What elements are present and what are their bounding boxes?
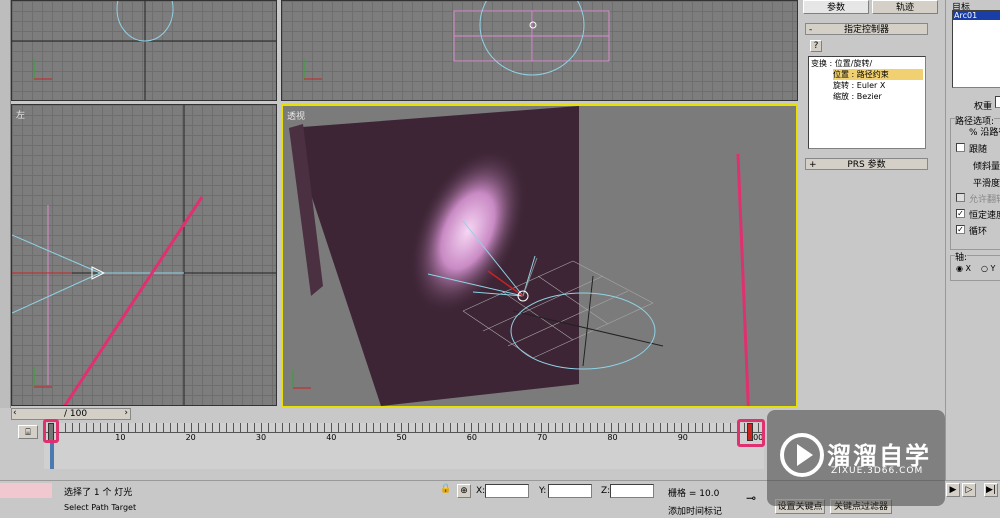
controller-tree[interactable]: 变换 : 位置/旋转/ 位置 : 路径约束 旋转 : Euler X 缩放 : …: [808, 56, 926, 149]
prs-params-title: PRS 参数: [847, 160, 886, 170]
x-label: X:: [476, 486, 486, 496]
time-cursor[interactable]: [50, 441, 54, 469]
assign-controller-title: 指定控制器: [843, 25, 889, 35]
absolute-mode-button[interactable]: ⊕: [457, 484, 471, 498]
path-options-group: 路径选项: % 沿路径 跟随 倾斜量 平滑度 允许翻转 ✓ 恒定速度 ✓ 循环: [950, 114, 1000, 250]
track-tick-label: 10: [115, 433, 126, 442]
viewport-perspective-content: [289, 106, 750, 406]
slider-left-arrow: ‹: [13, 408, 17, 418]
track-tick-label: 50: [396, 433, 407, 442]
constant-velocity-label: 恒定速度: [969, 211, 1000, 221]
time-counter: / 100: [64, 409, 88, 419]
track-tick-label: 80: [607, 433, 618, 442]
add-time-tag[interactable]: 添加时间标记: [668, 504, 722, 517]
start-key-highlight: [43, 419, 59, 443]
axis-x-label: X: [965, 264, 972, 273]
key-icon[interactable]: ⊸: [746, 491, 756, 505]
goto-end-button[interactable]: ▶|: [984, 483, 998, 497]
watermark: 溜溜自学 ZIXUE.3D66.COM: [767, 410, 945, 506]
track-tick-label: 60: [466, 433, 477, 442]
tree-position[interactable]: 位置 : 路径约束: [833, 69, 923, 80]
track-tick-label: 20: [185, 433, 196, 442]
track-bar-toggle[interactable]: ⌸: [18, 425, 38, 439]
status-swatch: [0, 483, 52, 498]
track-tick-label: 30: [255, 433, 267, 442]
z-field[interactable]: [610, 484, 654, 498]
weight-field[interactable]: [995, 96, 1000, 108]
watermark-url: ZIXUE.3D66.COM: [831, 466, 924, 476]
smoothness-label: 平滑度: [973, 179, 1000, 189]
assign-controller-button[interactable]: ?: [810, 40, 822, 52]
target-item[interactable]: Arc01: [953, 11, 1000, 20]
z-label: Z:: [601, 486, 611, 496]
allow-flip-checkbox[interactable]: [956, 193, 965, 202]
viewport-front-content: [303, 1, 610, 80]
viewport-left[interactable]: 左: [11, 104, 277, 406]
viewport-front[interactable]: [281, 0, 798, 101]
viewport-perspective[interactable]: 透视: [281, 104, 798, 408]
y-label: Y:: [539, 486, 547, 496]
path-constraint-panel: 目标 Arc01 权重 路径选项: % 沿路径 跟随 倾斜量 平滑度 允许翻转 …: [945, 0, 1000, 480]
prs-params-rollout[interactable]: + PRS 参数: [805, 158, 928, 170]
bank-amount-label: 倾斜量: [973, 162, 1000, 172]
grid-readout: 栅格 = 10.0: [668, 489, 720, 499]
viewport-left-content: [12, 105, 276, 405]
play-button[interactable]: ▶: [946, 483, 960, 497]
viewport-top[interactable]: [11, 0, 277, 101]
constant-velocity-checkbox[interactable]: ✓: [956, 209, 965, 218]
y-field[interactable]: [548, 484, 592, 498]
next-frame-button[interactable]: ▷: [962, 483, 976, 497]
time-slider[interactable]: ‹ / 100 ›: [11, 408, 131, 420]
allow-flip-label: 允许翻转: [969, 195, 1000, 205]
axis-x-radio[interactable]: ◉ X: [956, 264, 971, 273]
assign-controller-rollout[interactable]: - 指定控制器: [805, 23, 928, 35]
axis-y-label: Y: [990, 264, 996, 273]
track-tick-label: 90: [677, 433, 688, 442]
tab-track[interactable]: 轨迹: [872, 0, 938, 14]
end-key-highlight: [737, 419, 765, 447]
tree-root[interactable]: 变换 : 位置/旋转/: [811, 58, 923, 69]
axis-y-radio[interactable]: ○ Y: [981, 264, 995, 273]
weight-label: 权重: [974, 102, 993, 112]
track-tick-label: 40: [326, 433, 337, 442]
track-bar[interactable]: 10 20 30 40 50 60 70 80 90 100: [44, 423, 764, 469]
follow-label: 跟随: [969, 145, 988, 155]
watermark-logo-icon: [780, 433, 824, 477]
left-toolstrip: [0, 0, 11, 408]
x-field[interactable]: [485, 484, 529, 498]
axis-group: 轴: ◉ X ○ Y: [950, 250, 1000, 281]
slider-right-arrow: ›: [124, 408, 128, 418]
loop-label: 循环: [969, 227, 988, 237]
lock-icon[interactable]: 🔒: [440, 484, 451, 494]
loop-checkbox[interactable]: ✓: [956, 225, 965, 234]
tree-rotation[interactable]: 旋转 : Euler X: [833, 80, 923, 91]
follow-checkbox[interactable]: [956, 143, 965, 152]
axis-label: 轴:: [955, 250, 968, 263]
prompt-line: Select Path Target: [64, 503, 137, 512]
tab-params[interactable]: 参数: [803, 0, 869, 14]
track-ruler: [44, 423, 764, 433]
command-panel: 参数 轨迹 - 指定控制器 ? 变换 : 位置/旋转/ 位置 : 路径约束 旋转…: [800, 0, 945, 480]
track-tick-label: 70: [537, 433, 548, 442]
tree-scale[interactable]: 缩放 : Bezier: [833, 91, 923, 102]
percent-along-label: % 沿路径: [969, 128, 1000, 138]
viewport-top-content: [12, 1, 276, 100]
target-list[interactable]: Arc01: [952, 10, 1000, 88]
selection-status: 选择了 1 个 灯光: [64, 488, 133, 498]
